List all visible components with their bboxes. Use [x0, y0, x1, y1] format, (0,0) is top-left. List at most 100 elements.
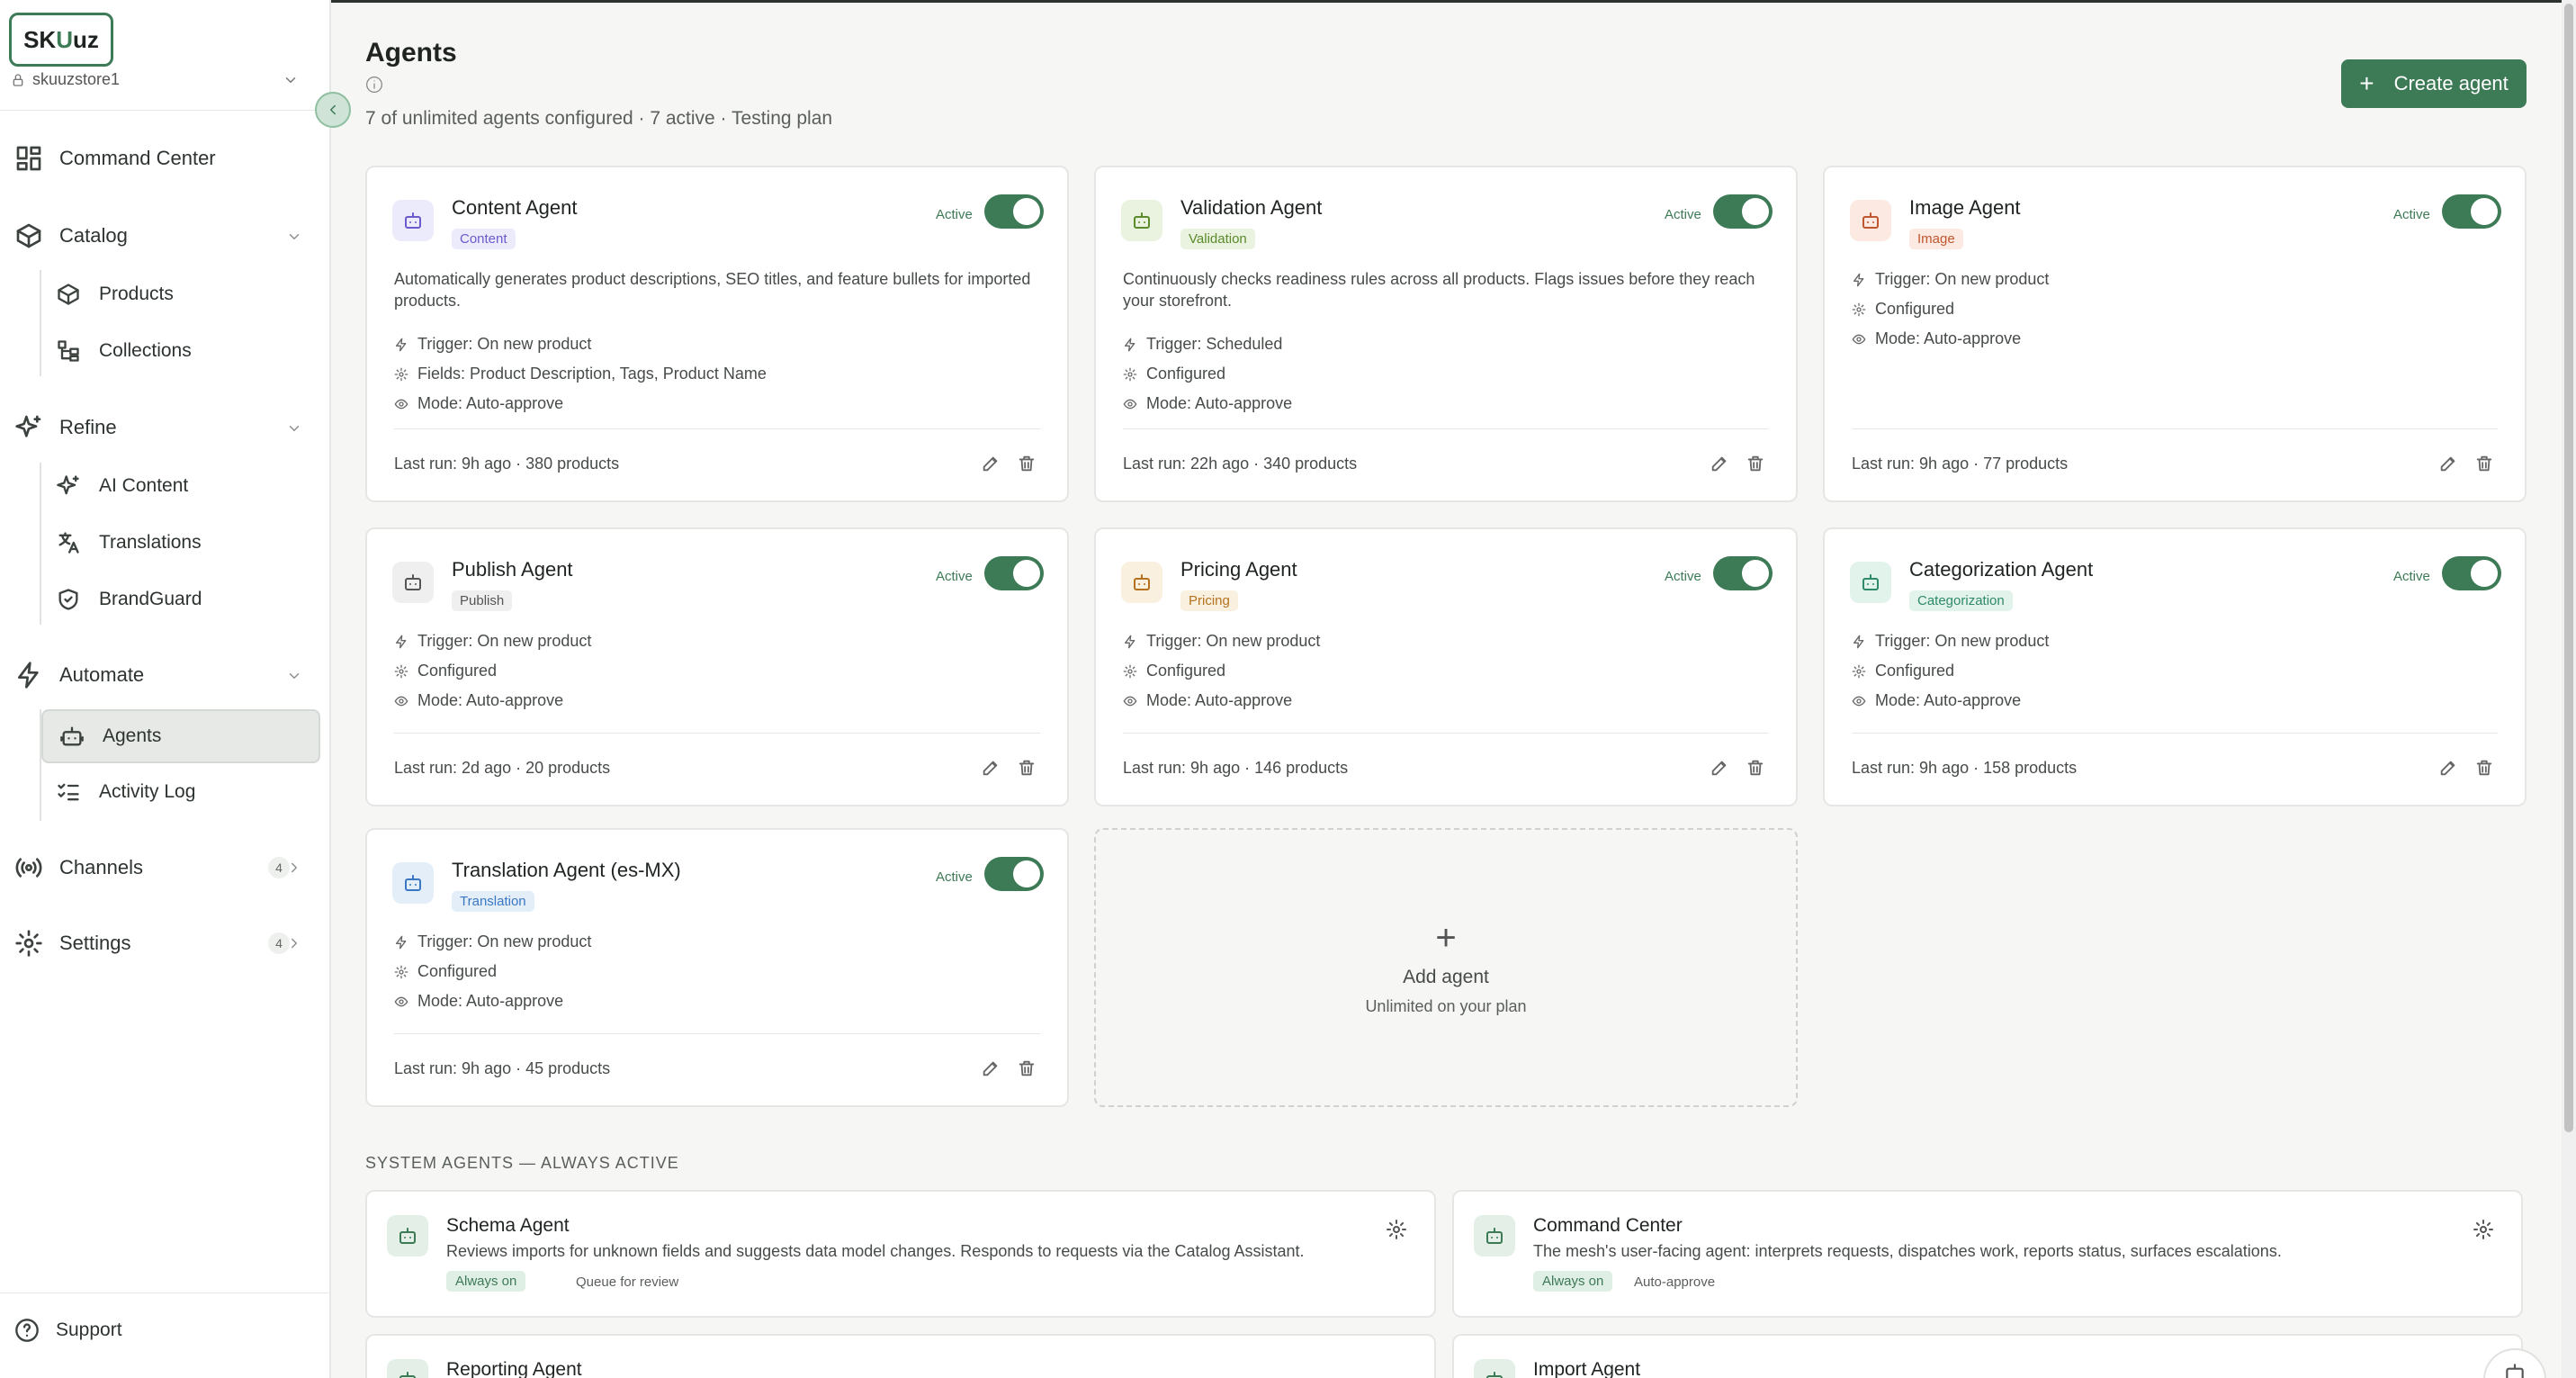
- sidebar-item-translations[interactable]: Translations: [56, 530, 202, 555]
- agent-mode-text: Mode: Auto-approve: [417, 992, 564, 1010]
- agent-config-text: Configured: [1875, 662, 1955, 680]
- bot-icon: [405, 875, 421, 891]
- agent-active-toggle[interactable]: [1713, 556, 1773, 590]
- system-agent-description: Reviews imports for unknown fields and s…: [446, 1242, 1305, 1260]
- agent-last-run: Last run: 2d ago · 20 products: [394, 759, 611, 777]
- trash-icon[interactable]: [2474, 758, 2494, 778]
- sidebar-item-ai-content[interactable]: AI Content: [56, 473, 188, 499]
- main-content: Agents 7 of unlimited agents configured …: [333, 0, 2576, 1378]
- logo[interactable]: SK Uuz: [9, 13, 113, 67]
- sparkles-icon: [15, 415, 41, 437]
- sparkles-icon: [57, 475, 79, 495]
- sidebar-item-automate[interactable]: Automate: [14, 661, 300, 689]
- edit-icon[interactable]: [2438, 454, 2458, 473]
- bot-avatar: [387, 1215, 428, 1256]
- page-title: Agents: [365, 38, 457, 68]
- agent-type-tag: Validation: [1180, 229, 1255, 249]
- dashboard-icon: [16, 146, 41, 171]
- box-icon: [16, 223, 41, 248]
- agent-config: Fields: Product Description, Tags, Produ…: [394, 365, 767, 383]
- edit-icon[interactable]: [2438, 758, 2458, 778]
- agent-active-toggle[interactable]: [984, 556, 1044, 590]
- sidebar-item-settings[interactable]: Settings 4: [14, 929, 297, 958]
- trash-icon[interactable]: [1746, 454, 1765, 473]
- lightning-icon: [1853, 635, 1864, 648]
- sidebar-collapse-button[interactable]: [315, 92, 351, 128]
- agent-active-toggle[interactable]: [984, 857, 1044, 891]
- lightning-icon: [396, 338, 407, 351]
- bot-avatar: [1121, 562, 1162, 603]
- chevron-right-icon: [292, 862, 297, 873]
- agent-card: Categorization Agent Categorization Acti…: [1823, 527, 2527, 806]
- system-agent-name: Command Center: [1533, 1215, 1683, 1236]
- gear-icon: [1123, 367, 1137, 381]
- bot-icon: [405, 574, 421, 590]
- agent-type-tag: Content: [452, 229, 516, 249]
- agent-trigger-text: Trigger: On new product: [417, 335, 592, 353]
- agent-active-toggle[interactable]: [1713, 194, 1773, 229]
- bot-icon: [399, 1228, 416, 1244]
- edit-icon[interactable]: [981, 758, 1001, 778]
- sub-nav-line: [40, 270, 41, 376]
- edit-icon[interactable]: [981, 454, 1001, 473]
- plus-icon: +: [2359, 69, 2374, 97]
- trash-icon[interactable]: [1746, 758, 1765, 778]
- system-agent-description: The mesh's user-facing agent: interprets…: [1533, 1242, 2282, 1260]
- sidebar-item-refine[interactable]: Refine: [14, 413, 300, 442]
- sidebar-item-label: Settings: [59, 932, 131, 954]
- sidebar-item-collections[interactable]: Collections: [56, 338, 192, 364]
- bot-icon: [60, 726, 84, 746]
- trash-icon[interactable]: [1017, 454, 1037, 473]
- agent-active-toggle[interactable]: [984, 194, 1044, 229]
- edit-icon[interactable]: [981, 1058, 1001, 1078]
- sidebar-item-label: Automate: [59, 663, 145, 686]
- agent-name: Categorization Agent: [1909, 558, 2094, 581]
- sidebar-item-activity-log[interactable]: Activity Log: [56, 779, 195, 805]
- gear-icon[interactable]: [1386, 1219, 1407, 1240]
- bot-avatar: [1474, 1359, 1515, 1378]
- bot-avatar: [392, 562, 434, 603]
- agent-active-toggle[interactable]: [2442, 194, 2501, 229]
- trash-icon[interactable]: [1017, 758, 1037, 778]
- agent-name: Translation Agent (es-MX): [452, 859, 681, 881]
- scrollbar[interactable]: [2562, 0, 2576, 1378]
- page-subtitle: 7 of unlimited agents configured · 7 act…: [365, 108, 833, 129]
- trash-icon[interactable]: [2474, 454, 2494, 473]
- edit-icon[interactable]: [1710, 454, 1729, 473]
- create-agent-button[interactable]: + Create agent: [2341, 59, 2527, 108]
- trash-icon[interactable]: [1017, 1058, 1037, 1078]
- sidebar-item-label: Agents: [103, 725, 162, 746]
- agent-last-run: Last run: 9h ago · 146 products: [1123, 759, 1349, 777]
- agent-mode-text: Mode: Auto-approve: [417, 394, 564, 412]
- agent-name: Content Agent: [452, 196, 578, 219]
- system-agent-mode: Queue for review: [576, 1274, 679, 1290]
- bot-avatar: [1850, 200, 1891, 241]
- sidebar-item-support[interactable]: Support: [14, 1318, 122, 1343]
- sidebar-item-products[interactable]: Products: [56, 282, 174, 307]
- gear-icon[interactable]: [2473, 1219, 2494, 1240]
- edit-icon[interactable]: [1710, 758, 1729, 778]
- bot-icon: [1486, 1372, 1503, 1378]
- agent-last-run: Last run: 22h ago · 340 products: [1123, 455, 1358, 473]
- sidebar-item-brandguard[interactable]: BrandGuard: [56, 587, 202, 612]
- sidebar-item-agents[interactable]: Agents: [41, 709, 320, 763]
- agent-type-tag: Translation: [452, 891, 534, 912]
- card-divider: [394, 1033, 1040, 1034]
- add-agent-card[interactable]: + Add agent Unlimited on your plan: [1094, 828, 1798, 1107]
- agent-active-toggle[interactable]: [2442, 556, 2501, 590]
- system-agent-mode: Auto-approve: [1634, 1274, 1716, 1290]
- sidebar-item-channels[interactable]: Channels 4: [14, 853, 297, 882]
- scrollbar-thumb[interactable]: [2564, 4, 2573, 1132]
- store-selector[interactable]: skuuzstore1: [11, 70, 299, 89]
- lightning-icon: [396, 635, 407, 648]
- info-icon[interactable]: [365, 76, 383, 94]
- eye-icon: [1852, 334, 1866, 344]
- sidebar-divider: [0, 110, 329, 111]
- agent-name: Pricing Agent: [1180, 558, 1297, 581]
- agent-mode-text: Mode: Auto-approve: [417, 691, 564, 709]
- sidebar-item-catalog[interactable]: Catalog: [14, 221, 300, 250]
- agent-type-tag: Categorization: [1909, 590, 2013, 611]
- agent-status: Active: [936, 869, 973, 885]
- sidebar-item-command-center[interactable]: Command Center: [14, 144, 216, 173]
- bot-icon: [2506, 1364, 2524, 1378]
